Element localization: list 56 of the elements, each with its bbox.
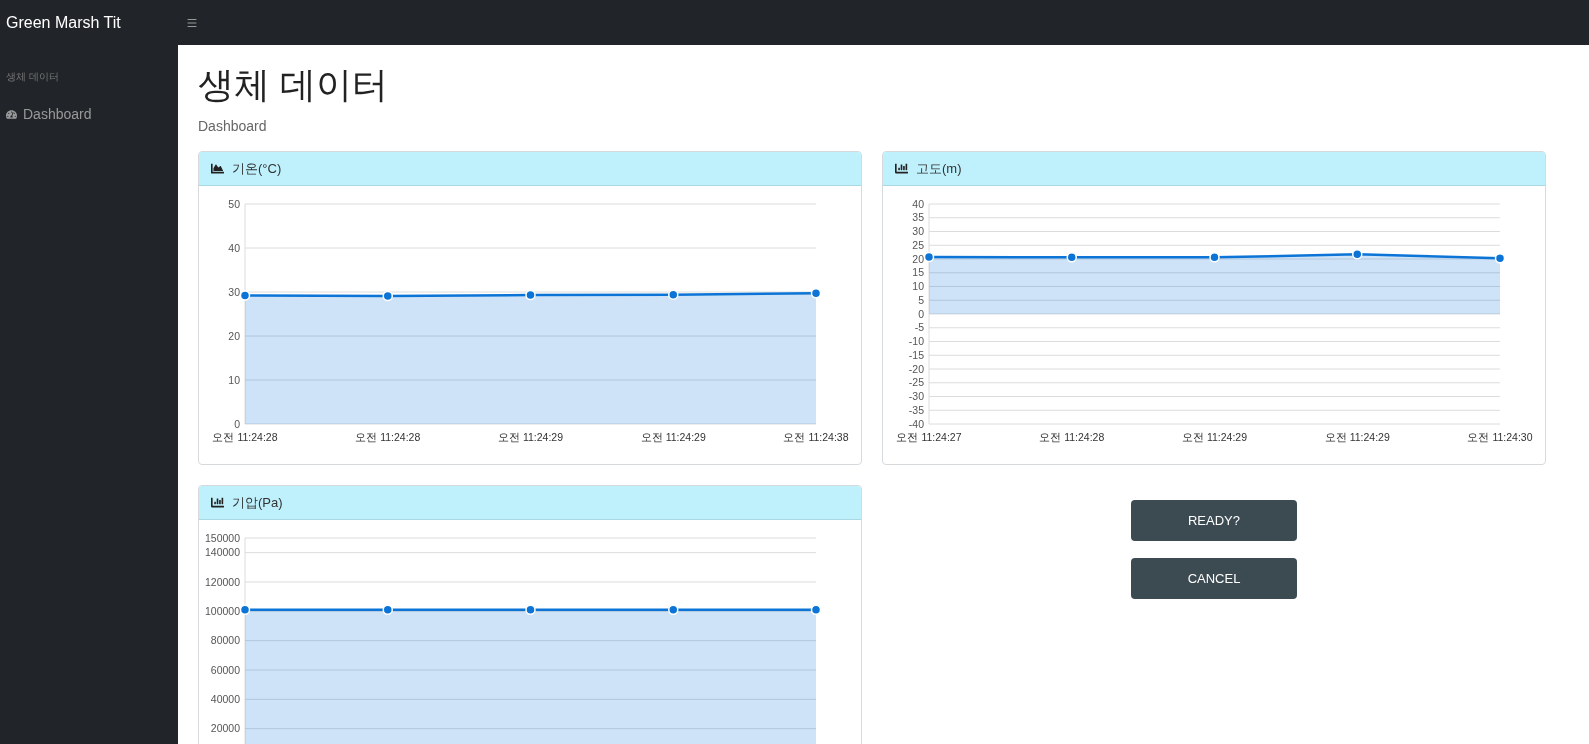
axis-tick-label: 140000 — [204, 546, 240, 559]
axis-tick-label: 20 — [228, 329, 240, 342]
axis-tick-label: -35 — [908, 403, 924, 416]
axis-tick-label: 40000 — [210, 692, 240, 705]
axis-tick-label: -10 — [908, 335, 924, 347]
axis-tick-label: 10 — [228, 373, 240, 386]
axis-tick-label: 120000 — [204, 575, 240, 588]
axis-tick-label: 오전 11:24:28 — [1039, 431, 1105, 443]
axis-tick-label: 20000 — [210, 722, 240, 735]
axis-tick-label: 오전 11:24:38 — [783, 431, 849, 443]
axis-tick-label: 오전 11:24:29 — [498, 431, 563, 443]
menu-icon[interactable] — [186, 16, 198, 29]
page-subtitle: Dashboard — [198, 117, 268, 136]
axis-tick-label: 20 — [912, 252, 924, 265]
axis-tick-label: 오전 11:24:29 — [1182, 431, 1247, 443]
axis-tick-label: 40 — [228, 241, 240, 254]
axis-tick-label: 오전 11:24:28 — [212, 431, 278, 443]
axis-tick-label: 오전 11:24:29 — [640, 431, 706, 443]
axis-tick-label: -40 — [908, 417, 924, 430]
axis-tick-label: 100000 — [204, 604, 240, 617]
axis-tick-label: 80000 — [210, 634, 240, 647]
axis-tick-label: 60000 — [210, 663, 240, 676]
axis-tick-label: 5 — [918, 293, 924, 306]
axis-tick-label: -30 — [908, 390, 924, 402]
axis-tick-label: 오전 11:24:30 — [1467, 431, 1533, 443]
axis-tick-label: 오전 11:24:28 — [355, 431, 421, 443]
sidebar-item[interactable]: Dashboard — [6, 104, 178, 125]
axis-tick-label: 25 — [912, 238, 924, 251]
axis-tick-label: 오전 11:24:29 — [1324, 431, 1390, 443]
card-title: 기압(Pa) — [232, 493, 283, 512]
axis-tick-label: 35 — [912, 211, 924, 224]
axis-tick-label: 150000 — [204, 531, 240, 544]
axis-tick-label: 15 — [912, 266, 924, 279]
axis-tick-label: -20 — [908, 362, 924, 375]
page-title: 생체 데이터 — [198, 67, 389, 103]
axis-tick-label: 오전 11:24:27 — [896, 431, 962, 443]
axis-tick-label: -15 — [908, 348, 924, 361]
card-title: 고도(m) — [916, 159, 962, 178]
axis-tick-label: 50 — [228, 197, 240, 210]
axis-tick-label: 30 — [912, 225, 924, 237]
action-button[interactable]: CANCEL — [1131, 558, 1297, 599]
bar-chart-icon — [895, 162, 908, 175]
bar-chart-icon — [211, 496, 224, 509]
axis-tick-label: 40 — [912, 197, 924, 210]
axis-tick-label: -25 — [908, 376, 924, 389]
area-chart-icon — [211, 162, 224, 175]
axis-tick-label: 30 — [228, 285, 240, 298]
axis-tick-label: 0 — [234, 417, 240, 430]
gauge-icon — [6, 109, 17, 120]
axis-tick-label: 0 — [918, 307, 924, 320]
brand-title: Green Marsh Tit — [5, 12, 122, 33]
axis-tick-label: -5 — [914, 321, 924, 334]
axis-tick-label: 10 — [912, 280, 924, 292]
card-title: 기온(°C) — [232, 159, 282, 178]
sidebar-heading: 생체 데이터 — [6, 70, 60, 84]
action-button[interactable]: READY? — [1131, 500, 1297, 541]
